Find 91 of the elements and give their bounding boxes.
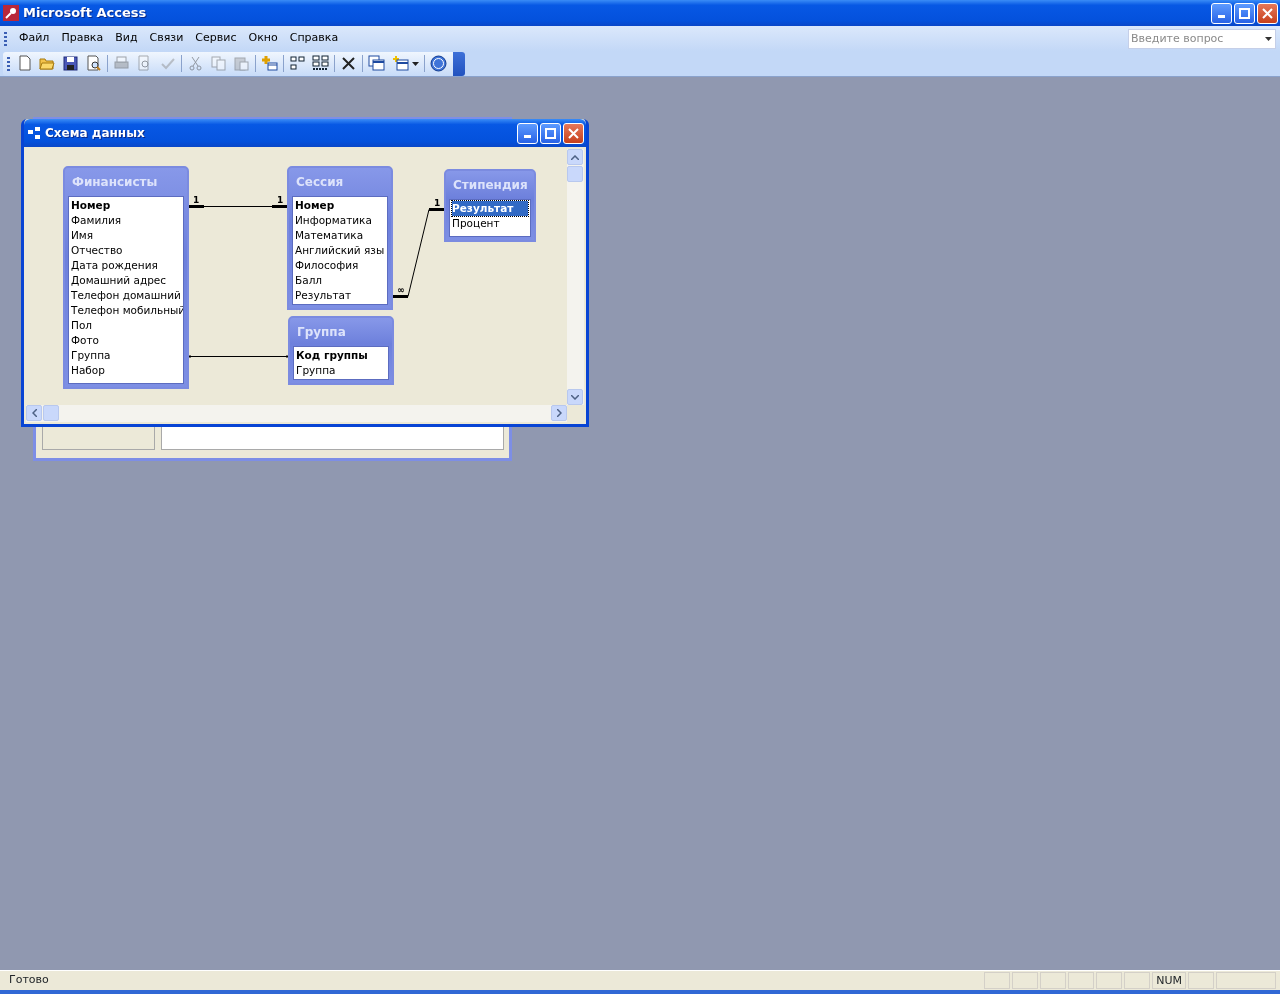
table-title: Стипендия [452,177,529,194]
maximize-button[interactable] [540,122,561,144]
minimize-icon [1218,14,1225,18]
relationship-line[interactable] [188,355,289,358]
window-title: Microsoft Access [23,4,148,23]
maximize-icon [545,127,556,139]
menu-item[interactable]: Файл [13,28,56,49]
new-object-icon [391,55,409,72]
close-button[interactable] [563,122,584,144]
relationship-boxes-icon [289,55,306,72]
field-item[interactable]: Группа [71,348,181,363]
status-panel [984,972,1011,989]
help-icon [430,55,447,72]
cardinality-label: 1 [193,194,200,205]
close-icon [568,127,579,139]
field-item[interactable]: Группа [296,363,386,378]
minimize-icon [524,134,531,138]
cardinality-label: ∞ [397,284,405,295]
field-item[interactable]: Домашний адрес [71,273,181,288]
new-document-icon [16,55,33,72]
field-item[interactable]: Фамилия [71,213,181,228]
field-item[interactable]: Математика [295,228,385,243]
status-panel [1188,972,1214,989]
menu-item[interactable]: Вид [109,28,144,49]
table-title: Сессия [295,174,345,191]
magnifier-document-icon [85,55,102,72]
field-item[interactable]: Набор [71,363,181,378]
table-title: Группа [296,324,347,341]
paste-icon [233,55,250,72]
field-item[interactable]: Балл [295,273,385,288]
close-icon [1262,7,1273,19]
windows-icon [368,55,385,72]
scroll-up-button[interactable] [567,149,583,165]
toolbar-button[interactable] [427,52,450,75]
field-item[interactable]: Процент [452,216,528,231]
window-title: Схема данных [45,125,146,142]
menu-item[interactable]: Окно [242,28,284,49]
scroll-right-button[interactable] [551,405,567,421]
menu-item[interactable]: Справка [283,28,345,49]
table-box[interactable]: Группа Код группы Группа [288,316,394,385]
cardinality-label: 1 [434,197,441,208]
menu-item[interactable]: Правка [55,28,110,49]
field-item[interactable]: Философия [295,258,385,273]
copy-icon [210,55,227,72]
field-item[interactable]: Телефон домашний [71,288,181,303]
field-item[interactable]: Дата рождения [71,258,181,273]
toolbar-options-button[interactable] [453,51,465,76]
scissors-icon [187,55,204,72]
maximize-button[interactable] [1234,2,1255,24]
maximize-icon [1239,7,1250,19]
field-item[interactable]: Результат [295,288,385,303]
scroll-down-button[interactable] [567,389,583,405]
status-panel [1012,972,1039,989]
table-box[interactable]: Сессия Номер Информатика Математика Английский язы Философия Балл Результат [287,166,393,310]
field-item[interactable]: Имя [71,228,181,243]
table-box[interactable]: Стипендия Результат Процент [444,169,536,242]
field-item[interactable]: Английский язы [295,243,385,258]
key-icon [3,5,19,21]
delete-icon [340,55,357,72]
status-indicator: NUM [1152,972,1186,989]
menu-item[interactable]: Сервис [189,28,243,49]
printer-icon [113,55,130,72]
relationships-icon [27,126,41,140]
folder-icon [39,55,56,72]
field-item[interactable]: Код группы [296,348,386,363]
status-panel [1040,972,1067,989]
status-text: Готово [8,972,50,989]
scroll-left-button[interactable] [26,405,42,421]
minimize-button[interactable] [1211,2,1232,24]
field-item[interactable]: Информатика [295,213,385,228]
menu-item[interactable]: Связи [143,28,190,49]
field-item[interactable]: Результат [452,201,528,216]
relationship-line[interactable] [187,205,289,208]
relationship-line[interactable] [391,208,446,298]
field-item[interactable]: Фото [71,333,181,348]
scroll-thumb[interactable] [567,166,583,182]
minimize-button[interactable] [517,122,538,144]
all-relationships-icon [312,55,329,72]
scroll-thumb[interactable] [43,405,59,421]
field-item[interactable]: Номер [71,198,181,213]
add-table-icon [261,55,278,72]
field-item[interactable]: Пол [71,318,181,333]
status-panel [1068,972,1095,989]
close-button[interactable] [1257,2,1278,24]
status-panel [1096,972,1123,989]
field-item[interactable]: Номер [295,198,385,213]
field-item[interactable]: Отчество [71,243,181,258]
status-panel [1216,972,1276,989]
status-panel [1124,972,1151,989]
table-title: Финансисты [71,174,159,191]
cardinality-label: 1 [277,194,284,205]
